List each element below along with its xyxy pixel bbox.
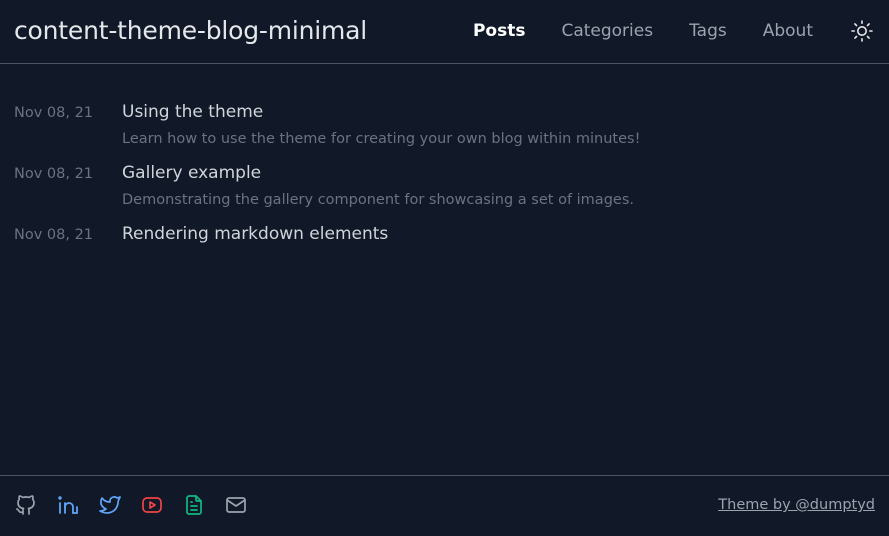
post-date: Nov 08, 21: [14, 105, 94, 121]
resume-link[interactable]: [182, 493, 206, 517]
post-description: Learn how to use the theme for creating …: [122, 131, 641, 147]
post-title-link[interactable]: Rendering markdown elements: [122, 224, 875, 244]
nav-link-tags[interactable]: Tags: [689, 21, 727, 41]
nav-link-posts[interactable]: Posts: [473, 21, 526, 41]
youtube-icon: [142, 497, 162, 513]
mail-icon: [226, 497, 246, 513]
post-description: Demonstrating the gallery component for …: [122, 192, 634, 208]
post-body: Rendering markdown elements: [122, 224, 875, 253]
site-title[interactable]: content-theme-blog-minimal: [14, 16, 367, 45]
youtube-link[interactable]: [140, 493, 164, 517]
post-item: Nov 08, 21 Using the theme Learn how to …: [14, 102, 875, 147]
post-item: Nov 08, 21 Rendering markdown elements: [14, 224, 875, 253]
site-footer: Theme by @dumptyd: [0, 475, 889, 536]
mail-link[interactable]: [224, 493, 248, 517]
linkedin-link[interactable]: [56, 493, 80, 517]
page: content-theme-blog-minimal Posts Categor…: [0, 0, 889, 536]
github-icon: [16, 495, 35, 515]
post-title-link[interactable]: Using the theme: [122, 102, 875, 122]
post-date: Nov 08, 21: [14, 166, 94, 182]
twitter-link[interactable]: [98, 493, 122, 517]
github-link[interactable]: [14, 493, 38, 517]
nav-link-about[interactable]: About: [763, 21, 813, 41]
main-nav: Posts Categories Tags About: [473, 0, 875, 63]
site-header: content-theme-blog-minimal Posts Categor…: [0, 0, 889, 64]
theme-credit-link[interactable]: Theme by @dumptyd: [718, 497, 875, 513]
document-icon: [186, 495, 202, 515]
sun-icon: [851, 19, 873, 42]
linkedin-icon: [58, 496, 78, 514]
nav-link-categories[interactable]: Categories: [561, 21, 653, 41]
post-body: Gallery example Demonstrating the galler…: [122, 163, 875, 208]
post-body: Using the theme Learn how to use the the…: [122, 102, 875, 147]
post-title-link[interactable]: Gallery example: [122, 163, 875, 183]
post-item: Nov 08, 21 Gallery example Demonstrating…: [14, 163, 875, 208]
post-list: Nov 08, 21 Using the theme Learn how to …: [14, 102, 875, 269]
social-links: [14, 493, 266, 517]
theme-toggle-button[interactable]: [849, 18, 875, 44]
twitter-icon: [99, 496, 121, 514]
post-date: Nov 08, 21: [14, 227, 94, 243]
